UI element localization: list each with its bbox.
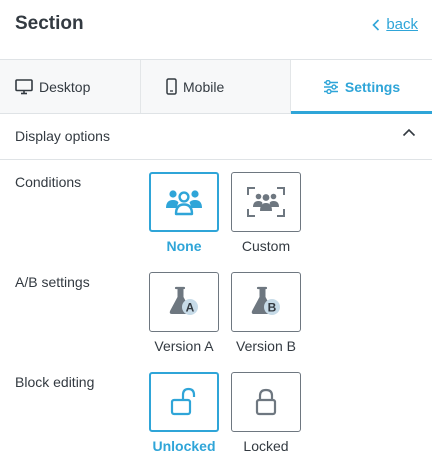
tab-desktop[interactable]: Desktop bbox=[0, 60, 141, 113]
block-locked-option[interactable] bbox=[231, 372, 301, 432]
flask-b-icon: B bbox=[251, 286, 280, 315]
display-options-title: Display options bbox=[15, 128, 110, 144]
chevron-left-icon bbox=[372, 18, 380, 31]
conditions-custom-option[interactable] bbox=[231, 172, 301, 232]
lock-icon bbox=[255, 388, 277, 416]
unlock-icon bbox=[170, 387, 196, 416]
sliders-icon bbox=[323, 79, 338, 94]
ab-version-a-option[interactable]: A bbox=[149, 272, 219, 332]
block-unlocked-option[interactable] bbox=[149, 372, 219, 432]
back-link[interactable]: back bbox=[372, 16, 418, 33]
conditions-custom-label: Custom bbox=[241, 238, 291, 254]
ab-version-b-label: Version B bbox=[236, 338, 296, 354]
svg-text:A: A bbox=[186, 301, 195, 315]
tab-desktop-label: Desktop bbox=[39, 78, 91, 95]
tab-mobile[interactable]: Mobile bbox=[141, 60, 291, 113]
conditions-label: Conditions bbox=[15, 174, 82, 190]
flask-a-icon: A bbox=[169, 286, 198, 315]
display-options-header[interactable]: Display options bbox=[0, 114, 432, 160]
page-title: Section bbox=[15, 13, 84, 34]
tab-bar: Desktop Mobile Settings bbox=[0, 59, 432, 114]
block-locked-label: Locked bbox=[243, 438, 289, 454]
panel-header: Section back bbox=[0, 0, 432, 50]
tab-settings[interactable]: Settings bbox=[291, 60, 432, 114]
ab-version-a-label: Version A bbox=[154, 338, 214, 354]
tab-settings-label: Settings bbox=[344, 78, 401, 95]
chevron-up-icon[interactable] bbox=[402, 128, 416, 137]
block-editing-label: Block editing bbox=[15, 374, 95, 390]
svg-text:B: B bbox=[268, 301, 277, 315]
block-unlocked-label: Unlocked bbox=[152, 438, 216, 454]
back-link-label: back bbox=[386, 16, 418, 33]
conditions-none-option[interactable] bbox=[149, 172, 219, 232]
ab-version-b-option[interactable]: B bbox=[231, 272, 301, 332]
group-icon bbox=[166, 190, 202, 216]
tab-mobile-label: Mobile bbox=[183, 78, 225, 95]
mobile-icon bbox=[166, 78, 177, 95]
group-targeted-icon bbox=[247, 187, 285, 217]
desktop-icon bbox=[15, 78, 33, 94]
ab-settings-label: A/B settings bbox=[15, 274, 90, 290]
conditions-none-label: None bbox=[166, 238, 202, 254]
